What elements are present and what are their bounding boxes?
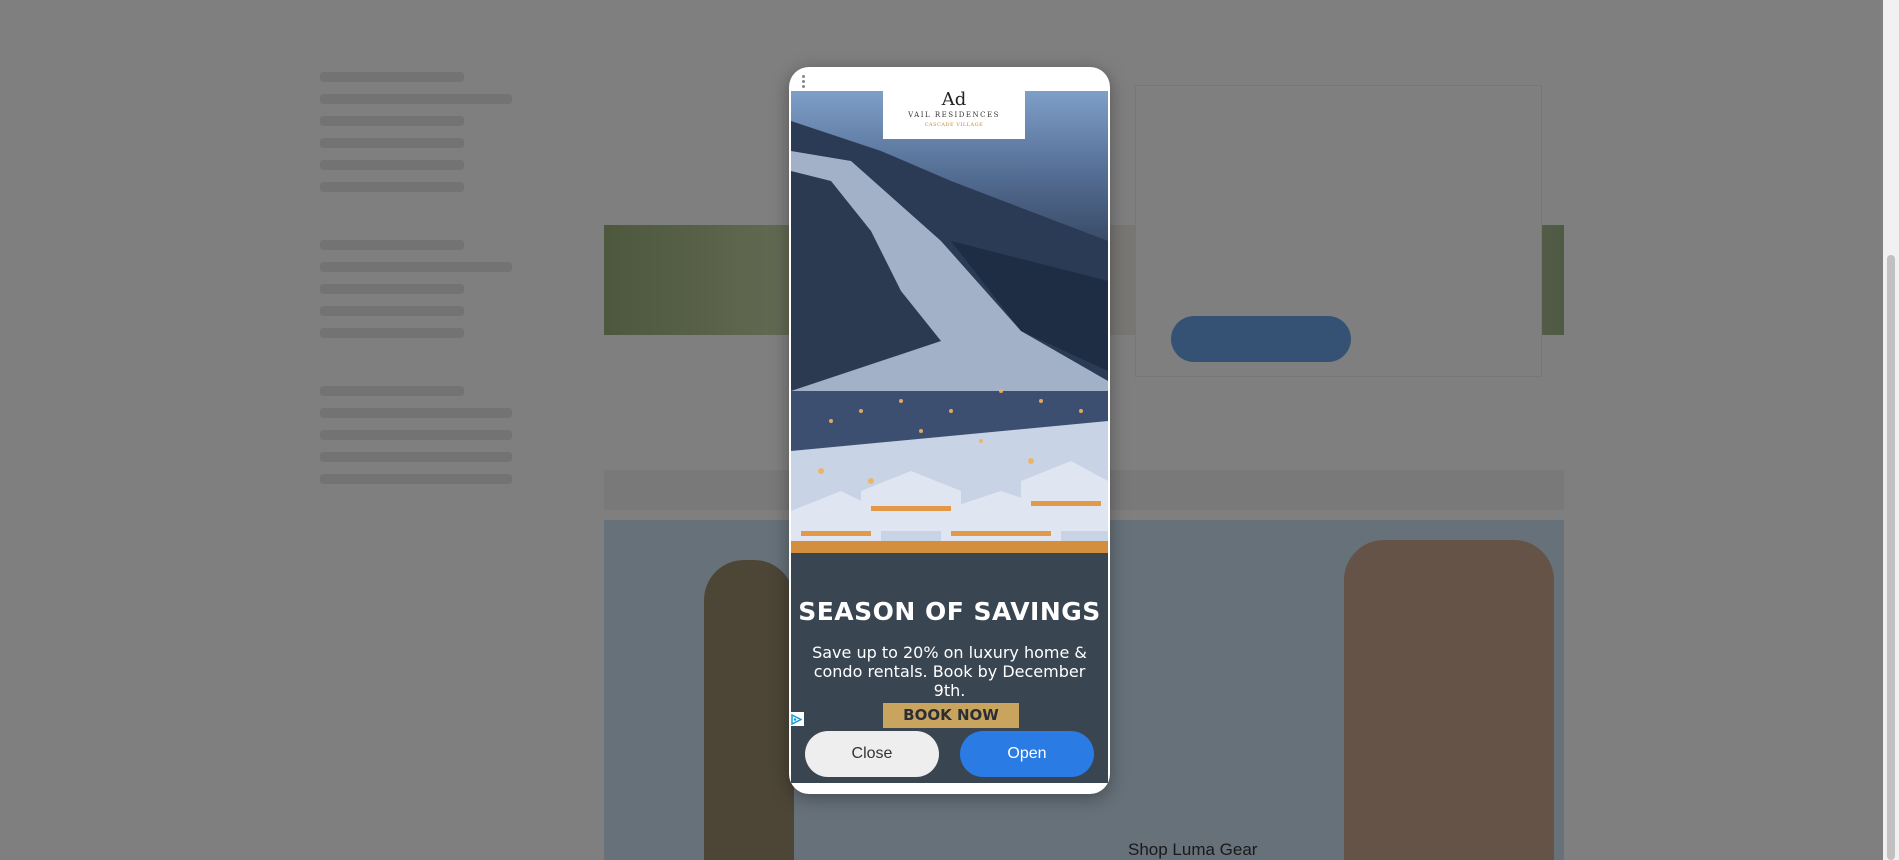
- brand-name: VAIL RESIDENCES: [908, 111, 1000, 119]
- adchoices-icon[interactable]: [789, 712, 804, 726]
- page-scrollbar[interactable]: [1883, 0, 1899, 860]
- advertiser-logo: Ad VAIL RESIDENCES CASCADE VILLAGE: [883, 91, 1025, 139]
- ad-creative[interactable]: Ad VAIL RESIDENCES CASCADE VILLAGE SEASO…: [791, 91, 1108, 783]
- ad-photo-snowy-village: Ad VAIL RESIDENCES CASCADE VILLAGE: [791, 91, 1108, 553]
- book-now-button[interactable]: BOOK NOW: [883, 703, 1019, 728]
- brand-subtitle: CASCADE VILLAGE: [924, 122, 984, 128]
- more-options-icon[interactable]: [802, 75, 808, 91]
- close-button[interactable]: Close: [805, 731, 939, 777]
- ad-body-text: Save up to 20% on luxury home & condo re…: [812, 643, 1087, 700]
- ad-interstitial-dialog: Ad VAIL RESIDENCES CASCADE VILLAGE SEASO…: [789, 67, 1110, 794]
- open-button[interactable]: Open: [960, 731, 1094, 777]
- ad-headline: SEASON OF SAVINGS: [798, 597, 1101, 626]
- scrollbar-thumb[interactable]: [1887, 255, 1895, 860]
- ad-label: Ad: [941, 91, 967, 110]
